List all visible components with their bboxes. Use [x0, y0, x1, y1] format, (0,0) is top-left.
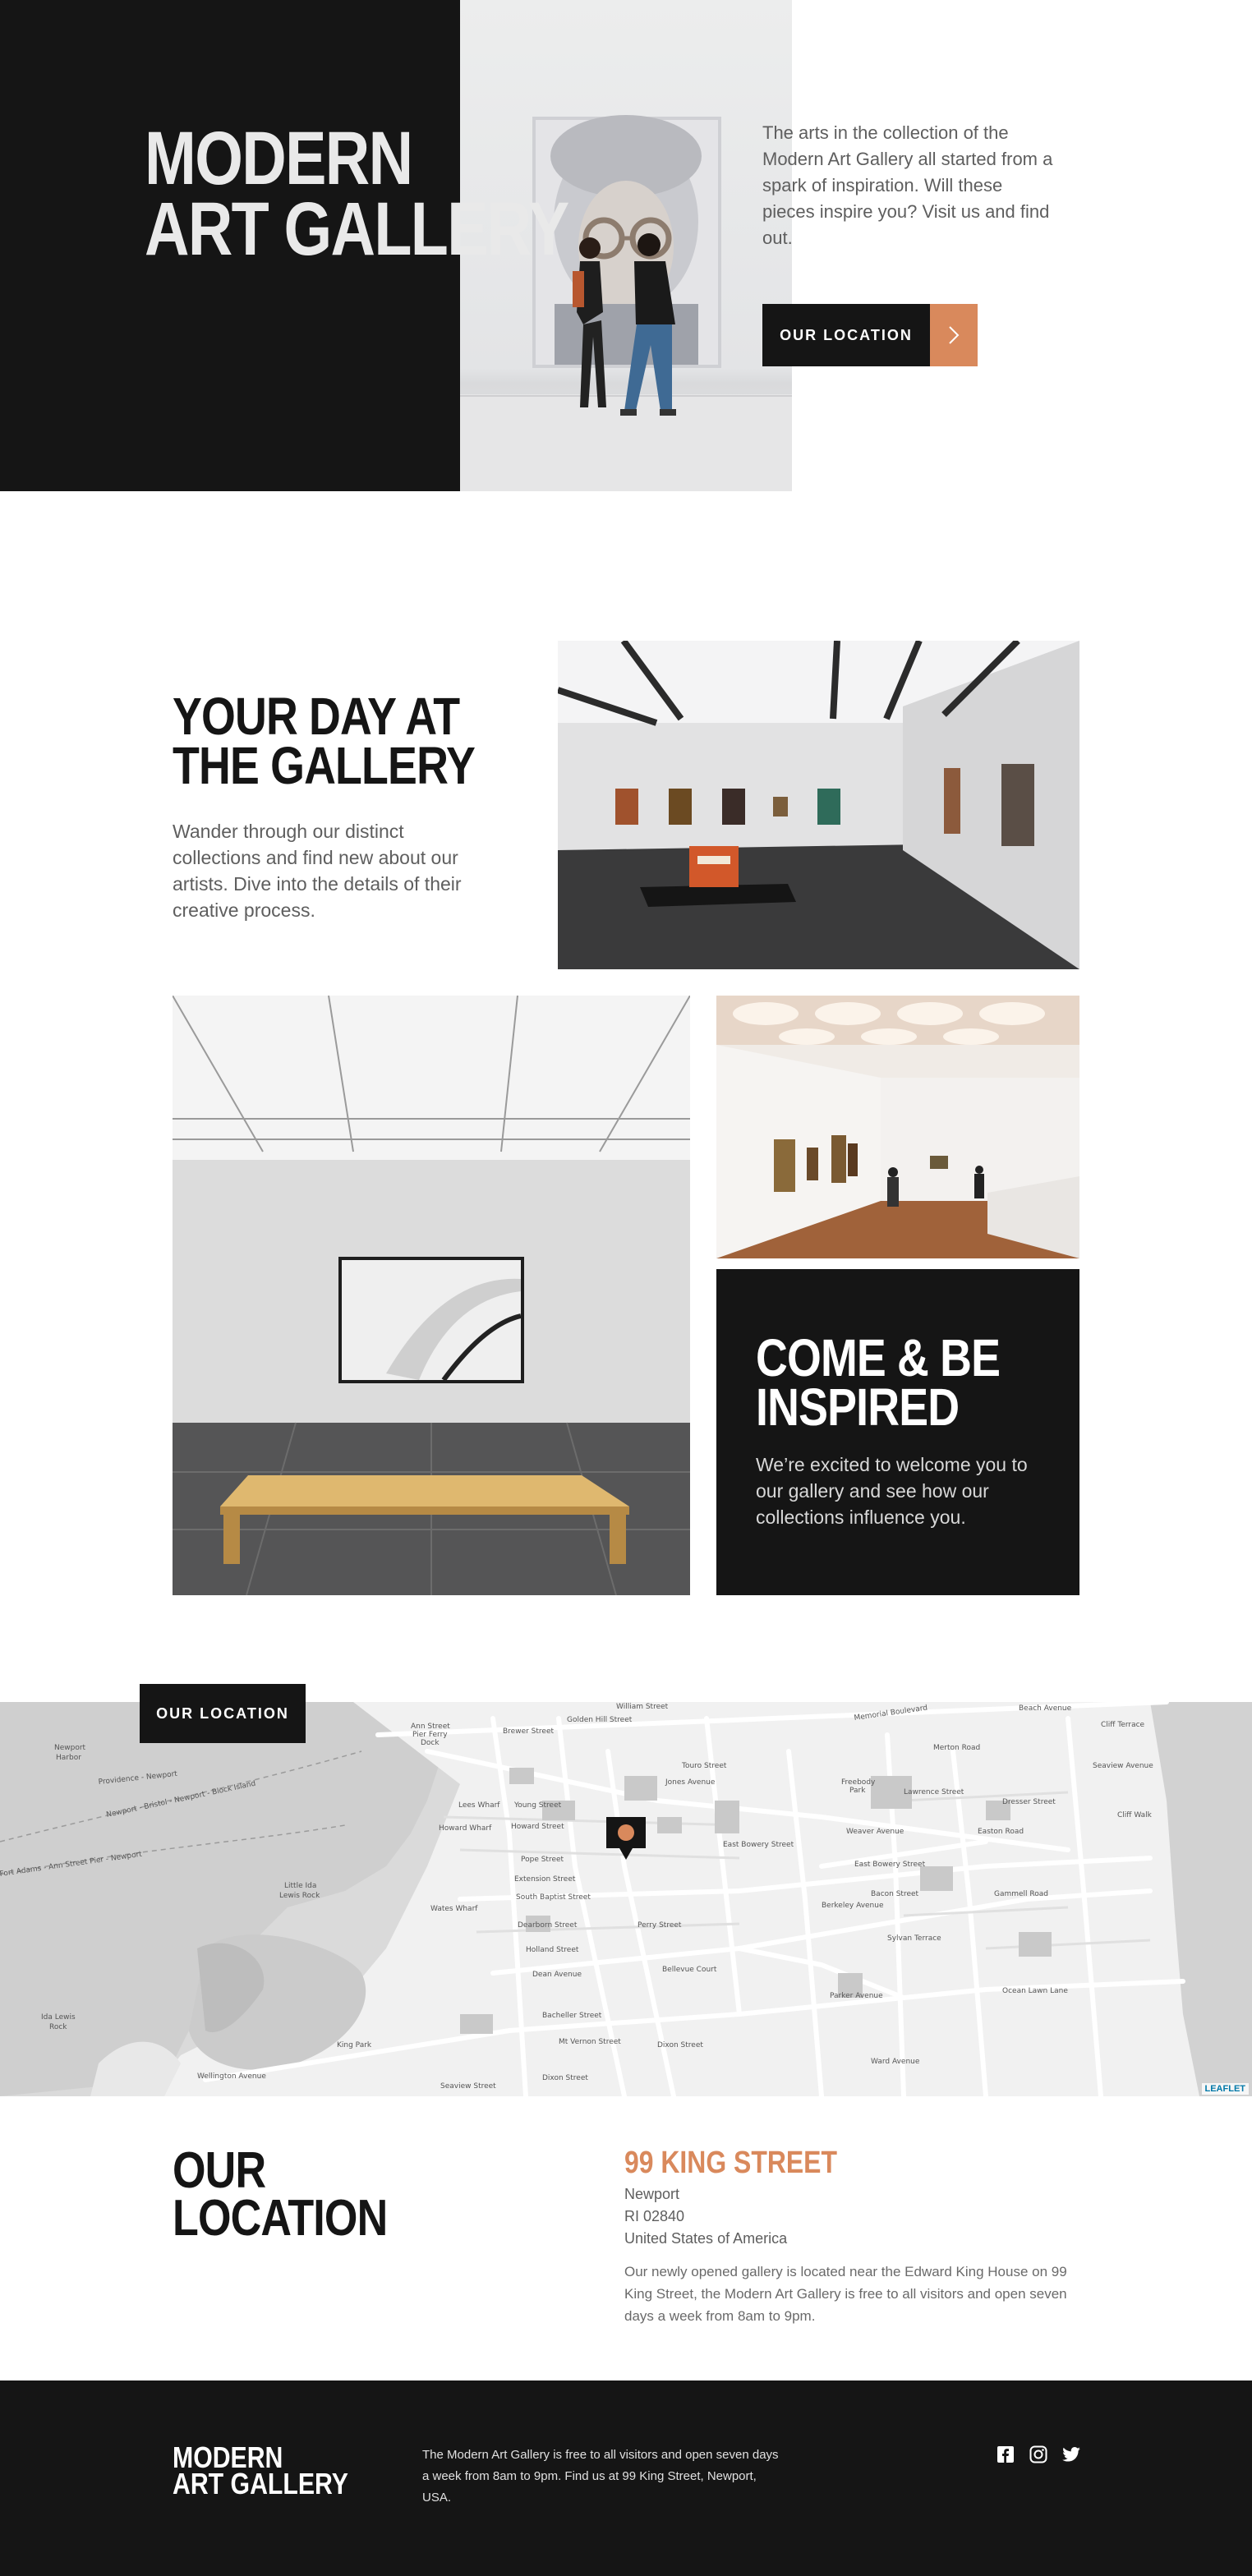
our-location-button-label: OUR LOCATION — [762, 304, 930, 366]
svg-text:Wellington Avenue: Wellington Avenue — [197, 2072, 266, 2081]
svg-text:Perry Street: Perry Street — [638, 1921, 682, 1930]
svg-text:Howard Wharf: Howard Wharf — [439, 1824, 492, 1833]
svg-text:Rock: Rock — [49, 2023, 67, 2031]
inspired-title-line1: COME & BE — [756, 1328, 1001, 1387]
day-section-text: Wander through our distinct collections … — [173, 821, 462, 921]
svg-text:Touro Street: Touro Street — [681, 1762, 727, 1770]
inspired-text: We’re excited to welcome you to our gall… — [756, 1454, 1028, 1528]
svg-text:Newport: Newport — [54, 1744, 86, 1752]
svg-text:Little Ida: Little Ida — [284, 1882, 316, 1890]
hero-text: The arts in the collection of the Modern… — [762, 122, 1053, 248]
svg-text:Dean Avenue: Dean Avenue — [532, 1971, 582, 1979]
svg-text:Pier Ferry: Pier Ferry — [412, 1731, 448, 1739]
svg-text:Dixon Street: Dixon Street — [542, 2074, 588, 2082]
footer-logo-line2: ART GALLERY — [173, 2467, 348, 2500]
svg-text:Young Street: Young Street — [513, 1801, 562, 1810]
svg-text:Bacon Street: Bacon Street — [871, 1890, 919, 1898]
svg-text:Jones Avenue: Jones Avenue — [665, 1778, 716, 1787]
instagram-icon[interactable] — [1029, 2445, 1048, 2464]
hero-title-line2: ART GALLERY — [145, 187, 569, 271]
svg-text:Pope Street: Pope Street — [521, 1856, 564, 1864]
map-attribution[interactable]: LEAFLET — [1201, 2083, 1249, 2095]
our-location-button[interactable]: OUR LOCATION — [762, 304, 978, 366]
location-title: OUR LOCATION — [173, 2142, 388, 2247]
svg-text:Brewer Street: Brewer Street — [503, 1727, 554, 1736]
svg-text:South Baptist Street: South Baptist Street — [516, 1893, 591, 1902]
location-description: Our newly opened gallery is located near… — [624, 2264, 1067, 2324]
hero-title: MODERN ART GALLERY — [145, 117, 569, 271]
twitter-icon[interactable] — [1061, 2445, 1081, 2464]
svg-text:William Street: William Street — [616, 1703, 669, 1711]
page: MODERN ART GALLERY The arts in the colle… — [0, 0, 1252, 2576]
svg-text:Dearborn Street: Dearborn Street — [518, 1921, 578, 1930]
map-location-badge: OUR LOCATION — [140, 1684, 306, 1743]
svg-text:Berkeley Avenue: Berkeley Avenue — [822, 1902, 884, 1910]
svg-text:Parker Avenue: Parker Avenue — [830, 1992, 883, 2000]
location-map[interactable]: Newport Harbor Ann Street Pier Ferry Dock B… — [0, 1702, 1252, 2096]
svg-text:Gammell Road: Gammell Road — [994, 1890, 1048, 1898]
svg-text:Bacheller Street: Bacheller Street — [542, 2012, 602, 2020]
svg-text:Lees Wharf: Lees Wharf — [458, 1801, 500, 1810]
svg-text:Dixon Street: Dixon Street — [657, 2041, 703, 2049]
day-title-line2: THE GALLERY — [173, 736, 476, 795]
day-section-title: YOUR DAY AT THE GALLERY — [173, 687, 476, 795]
paintings-hall-image — [716, 996, 1079, 1258]
hero-title-line1: MODERN — [145, 117, 413, 200]
svg-text:Extension Street: Extension Street — [514, 1875, 576, 1884]
svg-text:Seaview Avenue: Seaview Avenue — [1093, 1762, 1153, 1770]
svg-text:Lawrence Street: Lawrence Street — [904, 1788, 964, 1796]
svg-text:Cliff Walk: Cliff Walk — [1117, 1811, 1153, 1819]
svg-text:Dock: Dock — [421, 1739, 440, 1747]
footer: MODERN ART GALLERY The Modern Art Galler… — [0, 2380, 1252, 2576]
street-heading: 99 KING STREET — [624, 2146, 837, 2180]
day-title-line1: YOUR DAY AT — [173, 687, 460, 746]
svg-text:Bellevue Court: Bellevue Court — [662, 1966, 717, 1974]
svg-text:Harbor: Harbor — [56, 1754, 81, 1762]
facebook-icon[interactable] — [996, 2445, 1015, 2464]
svg-text:King Park: King Park — [337, 2041, 372, 2049]
location-title-line1: OUR — [173, 2142, 266, 2199]
svg-text:Park: Park — [849, 1787, 866, 1795]
location-title-line2: LOCATION — [173, 2190, 388, 2247]
address-zip: RI 02840 — [624, 2208, 685, 2224]
inspired-card: COME & BE INSPIRED We’re excited to welc… — [716, 1269, 1079, 1595]
svg-text:Ann Street: Ann Street — [411, 1723, 450, 1731]
svg-text:Seaview Street: Seaview Street — [440, 2082, 496, 2091]
address-country: United States of America — [624, 2230, 788, 2247]
svg-text:East Bowery Street: East Bowery Street — [854, 1861, 926, 1869]
svg-text:Beach Avenue: Beach Avenue — [1019, 1704, 1072, 1713]
chevron-right-icon — [930, 304, 978, 366]
svg-text:Cliff Terrace: Cliff Terrace — [1101, 1721, 1145, 1729]
svg-text:Golden Hill Street: Golden Hill Street — [567, 1716, 633, 1724]
svg-text:Mt Vernon Street: Mt Vernon Street — [559, 2038, 621, 2046]
svg-text:Wates Wharf: Wates Wharf — [430, 1905, 478, 1913]
svg-text:Weaver Avenue: Weaver Avenue — [846, 1828, 904, 1836]
svg-text:Dresser Street: Dresser Street — [1002, 1798, 1056, 1806]
svg-text:Lewis Rock: Lewis Rock — [279, 1892, 320, 1900]
inspired-title: COME & BE INSPIRED — [756, 1328, 1001, 1437]
svg-text:Ward Avenue: Ward Avenue — [871, 2058, 920, 2066]
svg-text:Howard Street: Howard Street — [511, 1823, 564, 1831]
svg-text:Freebody: Freebody — [841, 1778, 876, 1787]
inspired-title-line2: INSPIRED — [756, 1378, 960, 1437]
svg-text:East Bowery Street: East Bowery Street — [723, 1841, 794, 1849]
svg-text:Ocean Lawn Lane: Ocean Lawn Lane — [1002, 1987, 1068, 1995]
bench-gallery-image — [173, 996, 690, 1595]
svg-text:Easton Road: Easton Road — [978, 1828, 1024, 1836]
gallery-hall-image — [558, 641, 1079, 969]
footer-logo[interactable]: MODERN ART GALLERY — [173, 2443, 348, 2500]
svg-text:Merton Road: Merton Road — [933, 1744, 980, 1752]
footer-text: The Modern Art Gallery is free to all vi… — [422, 2448, 779, 2505]
svg-text:Ida Lewis: Ida Lewis — [41, 2013, 76, 2022]
address-block: Newport RI 02840 United States of Americ… — [624, 2183, 787, 2250]
svg-text:Sylvan Terrace: Sylvan Terrace — [887, 1934, 941, 1943]
svg-text:Holland Street: Holland Street — [526, 1946, 579, 1954]
address-city: Newport — [624, 2186, 680, 2202]
